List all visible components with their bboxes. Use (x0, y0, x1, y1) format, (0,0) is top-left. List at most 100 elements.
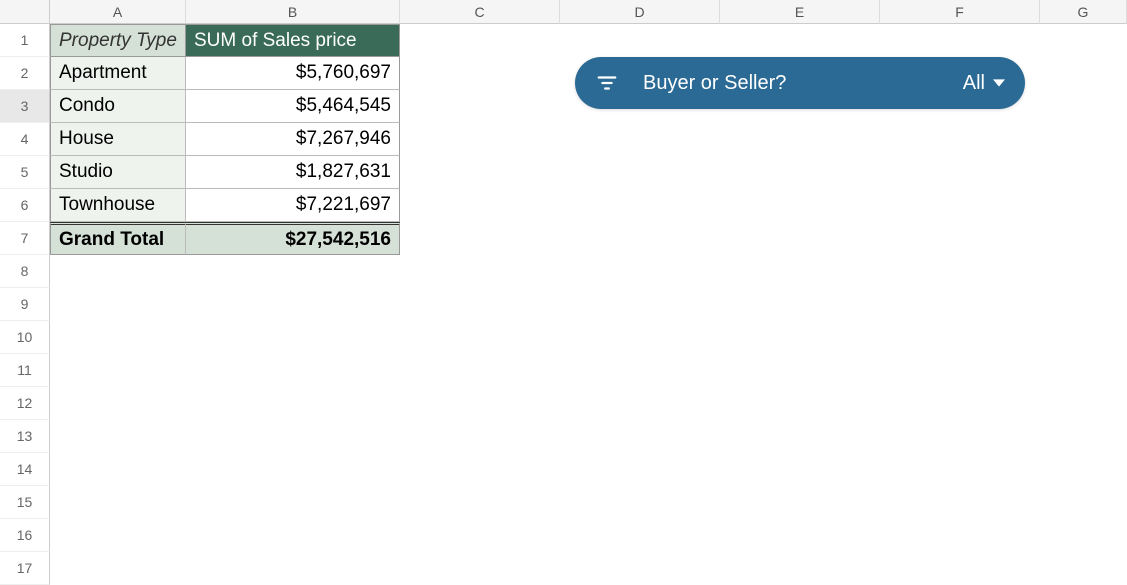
cell-e16[interactable] (720, 519, 880, 552)
row-header-9[interactable]: 9 (0, 288, 50, 321)
cell-g11[interactable] (1040, 354, 1127, 387)
cell-b8[interactable] (186, 255, 400, 288)
cell-d12[interactable] (560, 387, 720, 420)
cell-f4[interactable] (880, 123, 1040, 156)
cell-d11[interactable] (560, 354, 720, 387)
cell-g15[interactable] (1040, 486, 1127, 519)
cell-a7[interactable]: Grand Total (50, 222, 186, 255)
cell-b2[interactable]: $5,760,697 (186, 57, 400, 90)
column-header-d[interactable]: D (560, 0, 720, 24)
cell-a3[interactable]: Condo (50, 90, 186, 123)
column-header-b[interactable]: B (186, 0, 400, 24)
cell-e1[interactable] (720, 24, 880, 57)
cell-c17[interactable] (400, 552, 560, 585)
cell-d13[interactable] (560, 420, 720, 453)
row-header-12[interactable]: 12 (0, 387, 50, 420)
cell-g14[interactable] (1040, 453, 1127, 486)
column-header-a[interactable]: A (50, 0, 186, 24)
cell-c3[interactable] (400, 90, 560, 123)
cell-g3[interactable] (1040, 90, 1127, 123)
cell-g2[interactable] (1040, 57, 1127, 90)
cell-a13[interactable] (50, 420, 186, 453)
cell-b9[interactable] (186, 288, 400, 321)
cell-c14[interactable] (400, 453, 560, 486)
cell-e6[interactable] (720, 189, 880, 222)
cell-e11[interactable] (720, 354, 880, 387)
cell-g16[interactable] (1040, 519, 1127, 552)
cell-g8[interactable] (1040, 255, 1127, 288)
cell-f7[interactable] (880, 222, 1040, 255)
cell-f10[interactable] (880, 321, 1040, 354)
cell-b11[interactable] (186, 354, 400, 387)
row-header-13[interactable]: 13 (0, 420, 50, 453)
cell-c4[interactable] (400, 123, 560, 156)
cell-e10[interactable] (720, 321, 880, 354)
cell-d5[interactable] (560, 156, 720, 189)
row-header-11[interactable]: 11 (0, 354, 50, 387)
cell-d16[interactable] (560, 519, 720, 552)
cell-a12[interactable] (50, 387, 186, 420)
cell-g12[interactable] (1040, 387, 1127, 420)
cell-f16[interactable] (880, 519, 1040, 552)
row-header-17[interactable]: 17 (0, 552, 50, 585)
cell-b7[interactable]: $27,542,516 (186, 222, 400, 255)
cell-c6[interactable] (400, 189, 560, 222)
cell-e15[interactable] (720, 486, 880, 519)
cell-e7[interactable] (720, 222, 880, 255)
cell-b17[interactable] (186, 552, 400, 585)
cell-c2[interactable] (400, 57, 560, 90)
cell-f17[interactable] (880, 552, 1040, 585)
cell-a9[interactable] (50, 288, 186, 321)
cell-d1[interactable] (560, 24, 720, 57)
cell-a10[interactable] (50, 321, 186, 354)
cell-c1[interactable] (400, 24, 560, 57)
row-header-15[interactable]: 15 (0, 486, 50, 519)
cell-d17[interactable] (560, 552, 720, 585)
column-header-c[interactable]: C (400, 0, 560, 24)
cell-f8[interactable] (880, 255, 1040, 288)
column-header-g[interactable]: G (1040, 0, 1127, 24)
row-header-14[interactable]: 14 (0, 453, 50, 486)
cell-a16[interactable] (50, 519, 186, 552)
cell-d14[interactable] (560, 453, 720, 486)
row-header-16[interactable]: 16 (0, 519, 50, 552)
cell-b3[interactable]: $5,464,545 (186, 90, 400, 123)
cell-e14[interactable] (720, 453, 880, 486)
cell-g17[interactable] (1040, 552, 1127, 585)
row-header-6[interactable]: 6 (0, 189, 50, 222)
row-header-1[interactable]: 1 (0, 24, 50, 57)
cell-a6[interactable]: Townhouse (50, 189, 186, 222)
cell-e9[interactable] (720, 288, 880, 321)
cell-d4[interactable] (560, 123, 720, 156)
cell-a5[interactable]: Studio (50, 156, 186, 189)
cell-d8[interactable] (560, 255, 720, 288)
cell-c10[interactable] (400, 321, 560, 354)
select-all-corner[interactable] (0, 0, 50, 24)
cell-b10[interactable] (186, 321, 400, 354)
cell-a14[interactable] (50, 453, 186, 486)
cell-d9[interactable] (560, 288, 720, 321)
cell-e12[interactable] (720, 387, 880, 420)
cell-a2[interactable]: Apartment (50, 57, 186, 90)
row-header-4[interactable]: 4 (0, 123, 50, 156)
cell-g5[interactable] (1040, 156, 1127, 189)
cell-f6[interactable] (880, 189, 1040, 222)
cell-g6[interactable] (1040, 189, 1127, 222)
cell-g10[interactable] (1040, 321, 1127, 354)
column-header-e[interactable]: E (720, 0, 880, 24)
cell-e5[interactable] (720, 156, 880, 189)
cell-d15[interactable] (560, 486, 720, 519)
cell-b16[interactable] (186, 519, 400, 552)
cell-a4[interactable]: House (50, 123, 186, 156)
cell-f15[interactable] (880, 486, 1040, 519)
cell-d7[interactable] (560, 222, 720, 255)
cell-g1[interactable] (1040, 24, 1127, 57)
cell-g4[interactable] (1040, 123, 1127, 156)
row-header-5[interactable]: 5 (0, 156, 50, 189)
cell-g9[interactable] (1040, 288, 1127, 321)
cell-b5[interactable]: $1,827,631 (186, 156, 400, 189)
cell-g13[interactable] (1040, 420, 1127, 453)
cell-e17[interactable] (720, 552, 880, 585)
cell-a1[interactable]: Property Type (50, 24, 186, 57)
column-header-f[interactable]: F (880, 0, 1040, 24)
